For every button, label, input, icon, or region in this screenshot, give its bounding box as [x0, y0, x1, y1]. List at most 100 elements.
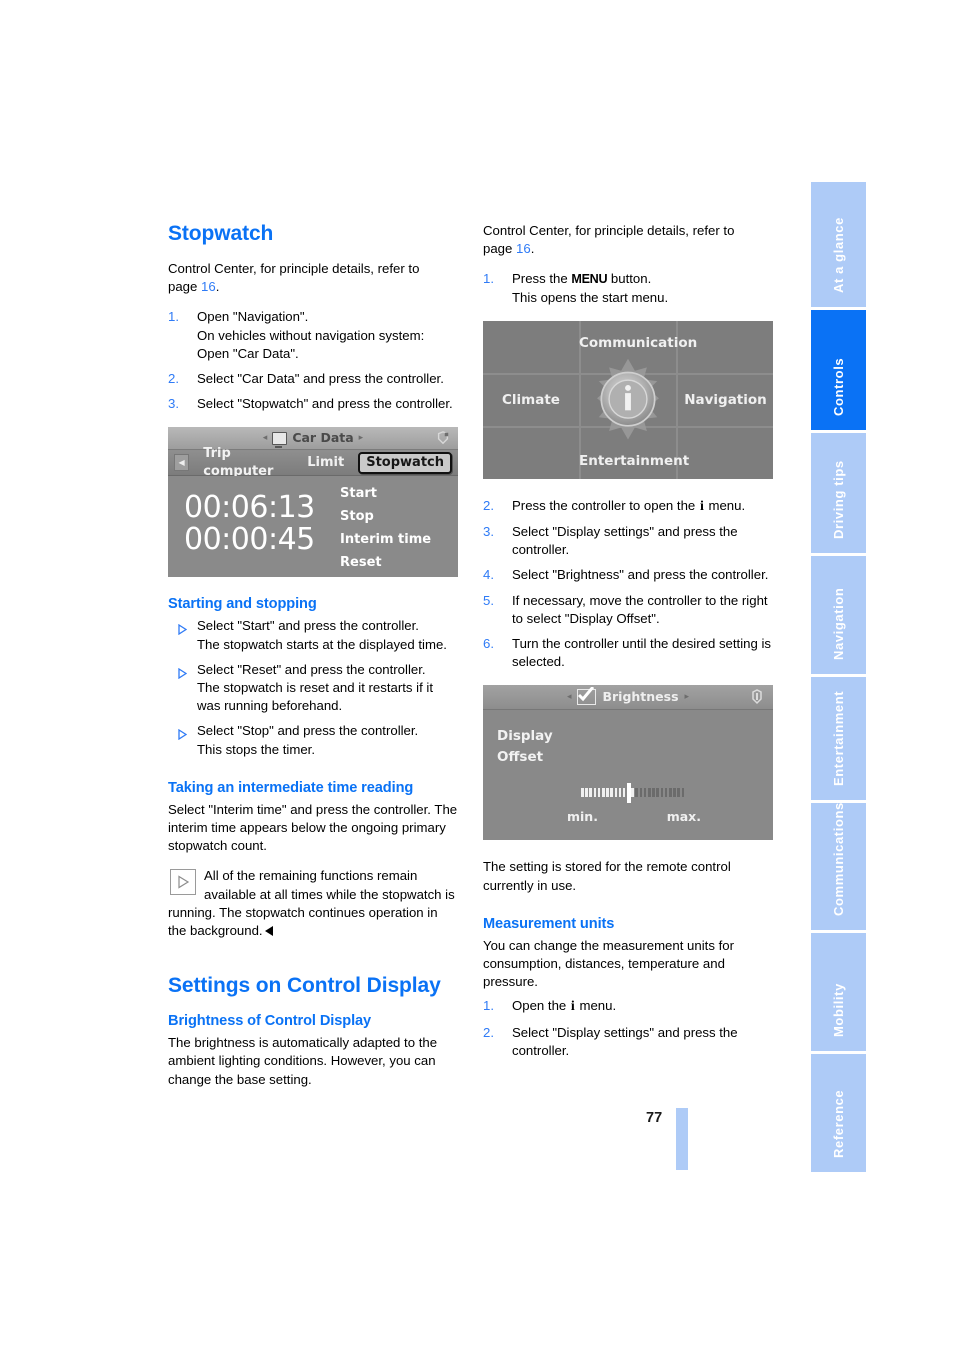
- right-intro-paragraph: Control Center, for principle details, r…: [483, 222, 773, 258]
- menu-item-entertainment[interactable]: Entertainment: [579, 452, 689, 470]
- checkbox-check-icon: [577, 687, 597, 706]
- monitor-icon: [272, 431, 288, 448]
- brightness-slider[interactable]: [581, 783, 686, 804]
- sidebar-item-navigation[interactable]: Navigation: [811, 556, 866, 674]
- info-i-icon[interactable]: [585, 357, 671, 443]
- right-intro-period: .: [530, 241, 535, 257]
- units-paragraph: You can change the measurement units for…: [483, 937, 734, 990]
- list-item: 2. Select "Display settings" and press t…: [483, 1024, 773, 1060]
- tab-stopwatch[interactable]: Stopwatch: [358, 451, 452, 475]
- left-steps-list: 1. Open "Navigation". On vehicles without…: [168, 308, 458, 413]
- list-item: 1. Open the i menu.: [483, 997, 773, 1016]
- menu-item-communication[interactable]: Communication: [579, 334, 697, 352]
- step-text: Open the i menu.: [512, 998, 617, 1014]
- step-pre: Press the controller to open the: [512, 497, 699, 513]
- step-number: 4.: [483, 567, 494, 583]
- menu-item-climate[interactable]: Climate: [483, 391, 579, 409]
- page-reference-16[interactable]: 16: [201, 279, 216, 294]
- step-pre: Press the: [512, 271, 572, 287]
- controller-icon: [437, 431, 449, 445]
- step-text: Select "Car Data" and press the controll…: [197, 371, 444, 387]
- stopwatch-menu-start[interactable]: Start: [340, 482, 431, 505]
- stopwatch-menu-reset[interactable]: Reset: [340, 551, 431, 574]
- sidebar-item-label: Controls: [830, 357, 846, 416]
- right-intro-line1: Control Center, for principle details, r…: [483, 223, 735, 238]
- car-data-screenshot: ◂ Car Data ▸ ◀ Trip computer Limit Stopw…: [168, 427, 458, 578]
- brightness-slider-knob[interactable]: [627, 783, 631, 804]
- brightness-title-group: ◂ Brightness ▸: [567, 687, 689, 706]
- step-number: 1.: [168, 309, 179, 325]
- brightness-label-offset: Offset: [497, 749, 544, 766]
- triangle-bullet-icon: [170, 618, 187, 636]
- step-pre: Open the: [512, 998, 570, 1014]
- step-text: If necessary, move the controller to the…: [512, 592, 768, 626]
- sidebar-item-mobility[interactable]: Mobility: [811, 933, 866, 1051]
- step-number: 2.: [168, 371, 179, 387]
- stopwatch-primary-time: 00:06:13: [184, 490, 315, 526]
- left-column: Stopwatch Control Center, for principle …: [168, 222, 458, 1101]
- car-data-tabbar: ◀ Trip computer Limit Stopwatch: [168, 446, 458, 479]
- right-intro-page-word: page: [483, 241, 517, 257]
- right-arrow-icon: ▸: [358, 433, 364, 444]
- car-data-title-text: Car Data: [292, 430, 354, 446]
- brightness-max-label: max.: [666, 809, 701, 825]
- sidebar-item-communications[interactable]: Communications: [811, 802, 866, 930]
- list-item: 2. Select "Car Data" and press the contr…: [168, 370, 458, 388]
- step-text: Turn the controller until the desired se…: [512, 636, 771, 670]
- page-reference-16[interactable]: 16: [516, 241, 531, 256]
- stopwatch-menu-interim-time[interactable]: Interim time: [340, 528, 431, 551]
- menu-item-navigation[interactable]: Navigation: [678, 391, 773, 409]
- right-steps-list: 2. Press the controller to open the i me…: [483, 497, 773, 672]
- starting-stopping-bullets: Select "Start" and press the controller.…: [168, 617, 458, 758]
- triangle-note-icon: [170, 869, 196, 896]
- left-intro-page-word: page: [168, 279, 202, 295]
- list-item: 1. Open "Navigation". On vehicles without…: [168, 308, 458, 363]
- step-text: Press the controller to open the i menu.: [512, 497, 746, 514]
- step-text: Open "Navigation". On vehicles without na…: [197, 309, 425, 361]
- list-item: 2. Press the controller to open the i me…: [483, 497, 773, 516]
- sidebar-item-label: Communications: [830, 802, 846, 916]
- sidebar-item-entertainment[interactable]: Entertainment: [811, 677, 866, 800]
- sidebar-item-label: At a glance: [830, 217, 846, 293]
- step-text: Select "Display settings" and press the …: [512, 1024, 738, 1058]
- brightness-screenshot: ◂ Brightness ▸ Display Offset min. max.: [483, 685, 773, 841]
- sidebar-item-at-a-glance[interactable]: At a glance: [811, 182, 866, 307]
- brightness-title-text: Brightness: [602, 689, 679, 705]
- heading-settings-on-control-display: Settings on Control Display: [168, 974, 441, 998]
- list-item: 4. Select "Brightness" and press the con…: [483, 566, 773, 584]
- brightness-paragraph: The brightness is automatically adapted …: [168, 1035, 438, 1087]
- brightness-label-display: Display: [497, 728, 553, 745]
- page-number: 77: [646, 1110, 663, 1126]
- controller-icon: [752, 689, 762, 705]
- stopwatch-menu-stop[interactable]: Stop: [340, 505, 431, 528]
- sidebar-item-controls[interactable]: Controls: [811, 310, 866, 430]
- step-post: menu.: [704, 497, 746, 513]
- heading-brightness-of-control-display: Brightness of Control Display: [168, 1013, 372, 1030]
- sidebar-item-reference[interactable]: Reference: [811, 1054, 866, 1172]
- step-number: 5.: [483, 592, 494, 608]
- bullet-text: Select "Reset" and press the controller.…: [197, 661, 434, 714]
- step-number: 3.: [483, 524, 494, 540]
- page-title: Stopwatch: [168, 222, 274, 245]
- tab-scroll-left-icon[interactable]: ◀: [174, 454, 190, 472]
- step-number: 2.: [483, 1024, 494, 1040]
- stopwatch-interim-time: 00:00:45: [184, 522, 315, 558]
- step-text: Select "Display settings" and press the …: [512, 524, 738, 558]
- list-item: 1. Press the MENU button. This opens the …: [483, 270, 773, 306]
- stopwatch-menu: Start Stop Interim time Reset: [340, 482, 431, 574]
- step-post: menu.: [575, 998, 617, 1014]
- note-end-marker-icon: [264, 926, 273, 937]
- heading-starting-and-stopping: Starting and stopping: [168, 596, 317, 613]
- brightness-slider-track[interactable]: [581, 787, 686, 798]
- heading-measurement-units: Measurement units: [483, 915, 615, 932]
- sidebar-item-driving-tips[interactable]: Driving tips: [811, 433, 866, 553]
- bullet-text: Select "Stop" and press the controller. T…: [197, 723, 419, 757]
- menu-key-label: MENU: [571, 272, 608, 287]
- note-block: All of the remaining functions remain av…: [168, 867, 458, 940]
- note-text: All of the remaining functions remain av…: [168, 868, 455, 939]
- step-post: button.: [607, 271, 652, 287]
- step-number: 6.: [483, 636, 494, 652]
- tab-limit[interactable]: Limit: [307, 454, 344, 472]
- heading-intermediate-time: Taking an intermediate time reading: [168, 779, 414, 796]
- bullet-text: Select "Start" and press the controller.…: [197, 618, 447, 652]
